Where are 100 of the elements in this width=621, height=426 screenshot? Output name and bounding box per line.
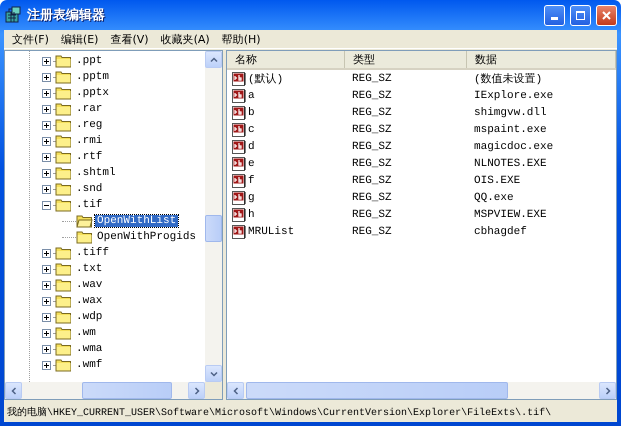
scroll-button[interactable] xyxy=(599,382,616,399)
value-type: REG_SZ xyxy=(351,226,393,238)
tree-item[interactable]: .wax xyxy=(74,295,104,307)
value-name[interactable]: (默认) xyxy=(248,71,284,86)
scroll-thumb[interactable] xyxy=(82,382,172,399)
tree-item[interactable]: OpenWithList xyxy=(95,215,178,227)
value-type: REG_SZ xyxy=(351,106,393,118)
value-data: MSPVIEW.EXE xyxy=(473,208,548,220)
expand-icon[interactable] xyxy=(42,296,51,306)
value-name[interactable]: e xyxy=(248,158,255,170)
folder-icon xyxy=(55,262,72,276)
string-value-icon xyxy=(231,138,247,154)
folder-icon xyxy=(55,54,72,68)
scrollbar-corner xyxy=(205,382,222,399)
menu-item[interactable]: 查看(V) xyxy=(104,32,155,46)
minimize-button[interactable] xyxy=(544,4,565,26)
folder-icon xyxy=(55,150,72,164)
folder-icon xyxy=(55,102,72,116)
tree-item[interactable]: .txt xyxy=(74,263,104,275)
menu-item[interactable]: 收藏夹(A) xyxy=(154,32,216,46)
scroll-button[interactable] xyxy=(205,51,222,68)
scroll-thumb[interactable] xyxy=(246,382,508,399)
value-name[interactable]: c xyxy=(248,124,255,136)
folder-icon xyxy=(55,182,72,196)
value-name[interactable]: g xyxy=(248,192,255,204)
folder-icon xyxy=(55,198,72,212)
value-name[interactable]: MRUList xyxy=(248,226,294,238)
collapse-icon[interactable] xyxy=(42,200,51,210)
tree-item[interactable]: .reg xyxy=(74,119,104,131)
expand-icon[interactable] xyxy=(42,136,51,146)
tree-item[interactable]: .rmi xyxy=(74,135,104,147)
string-value-icon xyxy=(231,172,247,188)
expand-icon[interactable] xyxy=(42,152,51,162)
column-header[interactable]: 名称 xyxy=(227,51,345,68)
expand-icon[interactable] xyxy=(42,184,51,194)
value-data: OIS.EXE xyxy=(473,174,522,186)
tree-item[interactable]: OpenWithProgids xyxy=(95,231,198,243)
expand-icon[interactable] xyxy=(42,344,51,354)
string-value-icon xyxy=(231,122,247,138)
tree-item[interactable]: .rtf xyxy=(74,151,104,163)
tree-item[interactable]: .wav xyxy=(74,279,104,291)
string-value-icon xyxy=(231,70,247,86)
scroll-button[interactable] xyxy=(205,365,222,382)
value-name[interactable]: d xyxy=(248,140,255,152)
value-name[interactable]: f xyxy=(248,174,255,186)
app-icon xyxy=(4,6,22,24)
scroll-button[interactable] xyxy=(5,382,22,399)
string-value-icon xyxy=(231,224,247,240)
folder-icon xyxy=(55,166,72,180)
folder-icon xyxy=(55,70,72,84)
folder-icon xyxy=(55,118,72,132)
tree-item[interactable]: .wma xyxy=(74,343,104,355)
string-value-icon xyxy=(231,104,247,120)
folder-icon xyxy=(55,310,72,324)
tree-item[interactable]: .tif xyxy=(74,199,104,211)
folder-icon xyxy=(55,86,72,100)
maximize-button[interactable] xyxy=(570,4,591,26)
tree-item[interactable]: .wm xyxy=(74,327,98,339)
tree-item[interactable]: .rar xyxy=(74,103,104,115)
column-header[interactable]: 数据 xyxy=(467,51,616,68)
minimize-icon xyxy=(551,17,558,20)
column-header[interactable]: 类型 xyxy=(345,51,467,68)
expand-icon[interactable] xyxy=(42,248,51,258)
expand-icon[interactable] xyxy=(42,168,51,178)
close-button[interactable] xyxy=(596,4,617,26)
tree-item[interactable]: .snd xyxy=(74,183,104,195)
scroll-thumb[interactable] xyxy=(205,215,222,242)
value-data: NLNOTES.EXE xyxy=(473,158,548,170)
expand-icon[interactable] xyxy=(42,72,51,82)
folder-icon xyxy=(55,278,72,292)
tree-item[interactable]: .wdp xyxy=(74,311,104,323)
string-value-icon xyxy=(231,156,247,172)
value-type: REG_SZ xyxy=(351,90,393,102)
tree-item[interactable]: .wmf xyxy=(74,359,104,371)
scroll-button[interactable] xyxy=(188,382,205,399)
expand-icon[interactable] xyxy=(42,360,51,370)
expand-icon[interactable] xyxy=(42,104,51,114)
menu-item[interactable]: 文件(F) xyxy=(6,32,55,46)
menu-item[interactable]: 编辑(E) xyxy=(54,32,104,46)
expand-icon[interactable] xyxy=(42,312,51,322)
value-name[interactable]: a xyxy=(248,90,255,102)
menu-item[interactable]: 帮助(H) xyxy=(216,32,267,46)
expand-icon[interactable] xyxy=(42,120,51,130)
expand-icon[interactable] xyxy=(42,56,51,66)
value-name[interactable]: b xyxy=(248,106,255,118)
expand-icon[interactable] xyxy=(42,280,51,290)
expand-icon[interactable] xyxy=(42,88,51,98)
folder-icon xyxy=(55,326,72,340)
expand-icon[interactable] xyxy=(42,328,51,338)
folder-icon xyxy=(55,342,72,356)
value-data: QQ.exe xyxy=(473,192,515,204)
value-data: mspaint.exe xyxy=(473,124,548,136)
tree-item[interactable]: .pptm xyxy=(74,71,112,83)
tree-item[interactable]: .pptx xyxy=(74,87,112,99)
value-name[interactable]: h xyxy=(248,208,255,220)
tree-item[interactable]: .ppt xyxy=(74,55,104,67)
tree-item[interactable]: .shtml xyxy=(74,167,118,179)
tree-item[interactable]: .tiff xyxy=(74,247,112,259)
scroll-button[interactable] xyxy=(227,382,244,399)
expand-icon[interactable] xyxy=(42,264,51,274)
